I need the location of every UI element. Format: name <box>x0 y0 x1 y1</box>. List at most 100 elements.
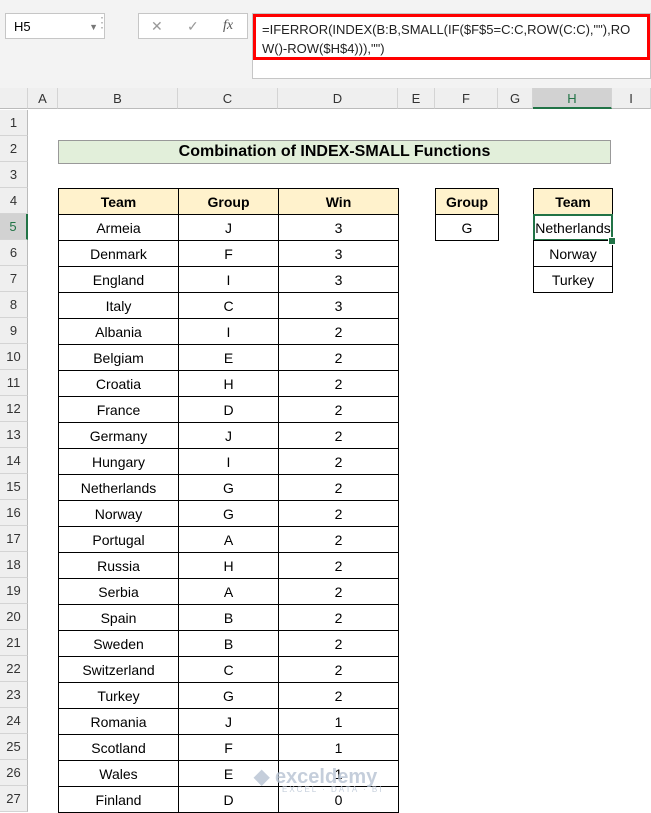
table-cell[interactable]: G <box>178 682 279 709</box>
table-cell[interactable]: J <box>178 422 279 449</box>
column-header-B[interactable]: B <box>58 88 178 109</box>
result-cell[interactable]: Norway <box>533 240 613 267</box>
spreadsheet-grid[interactable]: A B C D E F G H I 1 2 3 4 5 6 7 8 9 10 11 12 13 14 15 16 17 18 19 20… <box>0 88 651 813</box>
row-header-16[interactable]: 16 <box>0 500 28 526</box>
table-cell[interactable]: 2 <box>278 318 399 345</box>
table-cell[interactable]: Albania <box>58 318 179 345</box>
row-header-8[interactable]: 8 <box>0 292 28 318</box>
table-cell[interactable]: 1 <box>278 734 399 761</box>
table-cell[interactable]: Italy <box>58 292 179 319</box>
table-cell[interactable]: 2 <box>278 578 399 605</box>
row-header-22[interactable]: 22 <box>0 656 28 682</box>
row-header-6[interactable]: 6 <box>0 240 28 266</box>
row-header-27[interactable]: 27 <box>0 786 28 812</box>
formula-bar[interactable]: =IFERROR(INDEX(B:B,SMALL(IF($F$5=C:C,ROW… <box>252 13 651 79</box>
table-cell[interactable]: J <box>178 214 279 241</box>
row-header-18[interactable]: 18 <box>0 552 28 578</box>
column-header-D[interactable]: D <box>278 88 398 109</box>
table-cell[interactable]: I <box>178 266 279 293</box>
table-cell[interactable]: 3 <box>278 266 399 293</box>
row-header-12[interactable]: 12 <box>0 396 28 422</box>
enter-icon[interactable]: ✓ <box>187 18 199 35</box>
table-cell[interactable]: E <box>178 344 279 371</box>
table-cell[interactable]: 2 <box>278 344 399 371</box>
table-cell[interactable]: H <box>178 552 279 579</box>
table-cell[interactable]: Spain <box>58 604 179 631</box>
select-all-corner[interactable] <box>0 88 28 109</box>
row-header-19[interactable]: 19 <box>0 578 28 604</box>
table-cell[interactable]: Croatia <box>58 370 179 397</box>
table-cell[interactable]: 2 <box>278 682 399 709</box>
row-header-23[interactable]: 23 <box>0 682 28 708</box>
row-header-5[interactable]: 5 <box>0 214 28 240</box>
column-header-A[interactable]: A <box>28 88 58 109</box>
table-cell[interactable]: 2 <box>278 448 399 475</box>
row-header-1[interactable]: 1 <box>0 110 28 136</box>
column-header-G[interactable]: G <box>498 88 533 109</box>
row-header-21[interactable]: 21 <box>0 630 28 656</box>
row-header-2[interactable]: 2 <box>0 136 28 162</box>
table-cell[interactable]: 2 <box>278 656 399 683</box>
table-cell[interactable]: 1 <box>278 708 399 735</box>
table-cell[interactable]: Germany <box>58 422 179 449</box>
table-cell[interactable]: F <box>178 734 279 761</box>
table-cell[interactable]: Belgiam <box>58 344 179 371</box>
table-cell[interactable]: Romania <box>58 708 179 735</box>
table-cell[interactable]: B <box>178 604 279 631</box>
table-cell[interactable]: Denmark <box>58 240 179 267</box>
insert-function-icon[interactable]: fx <box>223 18 233 34</box>
table-cell[interactable]: B <box>178 630 279 657</box>
table-cell[interactable]: 2 <box>278 396 399 423</box>
table-cell[interactable]: 2 <box>278 552 399 579</box>
column-header-F[interactable]: F <box>435 88 498 109</box>
lookup-value-cell[interactable]: G <box>435 214 499 241</box>
table-cell[interactable]: I <box>178 318 279 345</box>
table-cell[interactable]: A <box>178 526 279 553</box>
table-cell[interactable]: 2 <box>278 474 399 501</box>
table-cell[interactable]: 2 <box>278 370 399 397</box>
table-cell[interactable]: Sweden <box>58 630 179 657</box>
table-cell[interactable]: Netherlands <box>58 474 179 501</box>
table-cell[interactable]: 2 <box>278 526 399 553</box>
fill-handle[interactable] <box>608 237 616 245</box>
table-cell[interactable]: Portugal <box>58 526 179 553</box>
row-header-3[interactable]: 3 <box>0 162 28 188</box>
row-header-7[interactable]: 7 <box>0 266 28 292</box>
row-header-11[interactable]: 11 <box>0 370 28 396</box>
row-header-10[interactable]: 10 <box>0 344 28 370</box>
table-cell[interactable]: Wales <box>58 760 179 787</box>
column-header-I[interactable]: I <box>612 88 651 109</box>
table-cell[interactable]: Switzerland <box>58 656 179 683</box>
table-cell[interactable]: Serbia <box>58 578 179 605</box>
table-cell[interactable]: Armeia <box>58 214 179 241</box>
row-header-4[interactable]: 4 <box>0 188 28 214</box>
table-cell[interactable]: Finland <box>58 786 179 813</box>
column-header-E[interactable]: E <box>398 88 435 109</box>
table-cell[interactable]: 3 <box>278 214 399 241</box>
table-cell[interactable]: Hungary <box>58 448 179 475</box>
table-cell[interactable]: 3 <box>278 292 399 319</box>
table-cell[interactable]: D <box>178 396 279 423</box>
column-header-C[interactable]: C <box>178 88 278 109</box>
cancel-icon[interactable]: ✕ <box>151 18 163 35</box>
row-header-14[interactable]: 14 <box>0 448 28 474</box>
result-cell[interactable]: Netherlands <box>533 214 613 241</box>
table-cell[interactable]: A <box>178 578 279 605</box>
table-cell[interactable]: I <box>178 448 279 475</box>
table-cell[interactable]: Turkey <box>58 682 179 709</box>
table-cell[interactable]: 2 <box>278 604 399 631</box>
table-cell[interactable]: Norway <box>58 500 179 527</box>
table-cell[interactable]: 2 <box>278 500 399 527</box>
table-cell[interactable]: H <box>178 370 279 397</box>
row-header-9[interactable]: 9 <box>0 318 28 344</box>
table-cell[interactable]: C <box>178 656 279 683</box>
table-cell[interactable]: 2 <box>278 630 399 657</box>
table-cell[interactable]: Scotland <box>58 734 179 761</box>
table-cell[interactable]: G <box>178 500 279 527</box>
column-header-H[interactable]: H <box>533 88 612 109</box>
drag-handle-icon[interactable]: ⋮ <box>95 14 109 31</box>
row-header-17[interactable]: 17 <box>0 526 28 552</box>
result-cell[interactable]: Turkey <box>533 266 613 293</box>
formula-text[interactable]: =IFERROR(INDEX(B:B,SMALL(IF($F$5=C:C,ROW… <box>253 14 650 60</box>
row-header-25[interactable]: 25 <box>0 734 28 760</box>
